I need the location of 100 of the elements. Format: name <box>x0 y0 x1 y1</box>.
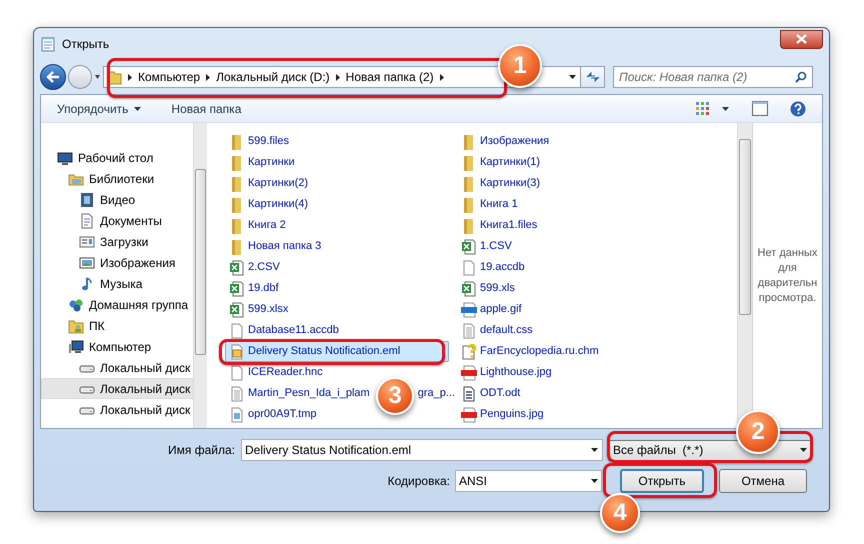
preview-message: для <box>778 260 797 276</box>
downloads-icon <box>79 234 95 250</box>
file-item[interactable]: Картинки <box>225 152 299 173</box>
file-item[interactable]: opr00A9T.tmp <box>225 404 320 425</box>
sidebar-item[interactable]: Загрузки <box>41 231 193 252</box>
help-icon[interactable] <box>790 100 806 116</box>
sidebar-item[interactable]: ПК <box>41 315 193 336</box>
help-file-icon <box>461 344 477 360</box>
file-item[interactable]: 2.CSV <box>225 257 284 278</box>
file-item[interactable]: Картинки(4) <box>225 194 312 215</box>
search-field[interactable]: Поиск: Новая папка (2) <box>613 66 813 88</box>
spreadsheet-icon <box>461 280 477 296</box>
encoding-label: Кодировка: <box>386 473 450 490</box>
file-item[interactable]: ICEReader.hnc <box>225 362 327 383</box>
file-item[interactable]: Изображения <box>457 131 554 152</box>
cancel-button[interactable]: Отмена <box>719 469 807 493</box>
sidebar-item[interactable]: Домашняя группа <box>41 294 193 315</box>
caret-icon[interactable] <box>95 75 100 79</box>
file-item[interactable]: 599.files <box>225 131 293 152</box>
file-item[interactable]: 19.accdb <box>457 257 529 278</box>
jpg-file-icon <box>461 364 477 380</box>
dropdown-caret-icon[interactable] <box>591 479 598 483</box>
spreadsheet-icon <box>229 260 245 276</box>
file-name[interactable]: gra_p... <box>418 385 455 402</box>
text-file-icon <box>229 386 245 402</box>
file-item[interactable]: Картинки(2) <box>225 173 312 194</box>
new-folder-button[interactable]: Новая папка <box>171 100 242 118</box>
breadcrumb-item[interactable]: Новая папка (2) <box>346 68 434 86</box>
file-item[interactable]: Книга 1 <box>457 194 522 215</box>
file-icon <box>229 364 245 380</box>
close-icon <box>796 34 807 44</box>
file-item[interactable]: Книга 2 <box>225 215 290 236</box>
encoding-dropdown[interactable]: ANSI <box>455 470 602 492</box>
file-item[interactable]: ODT.odt <box>457 383 524 404</box>
refresh-icon <box>586 71 600 83</box>
refresh-button[interactable] <box>581 66 605 88</box>
sidebar-item[interactable]: Библиотеки <box>41 168 193 189</box>
sidebar-item[interactable]: Локальный диск <box>41 378 193 399</box>
sidebar-item[interactable]: Компьютер <box>41 336 193 357</box>
sidebar-item[interactable]: Рабочий стол <box>41 147 193 168</box>
file-item[interactable]: Martin_Pesn_Ida_i_plam <box>225 383 374 404</box>
file-item[interactable]: default.css <box>457 320 537 341</box>
file-item[interactable]: Картинки(1) <box>457 152 544 173</box>
close-button[interactable] <box>780 30 823 48</box>
sidebar-item[interactable]: Локальный диск <box>41 399 193 420</box>
sidebar-item[interactable]: Документы <box>41 210 193 231</box>
view-options-icon[interactable] <box>696 102 710 116</box>
scrollbar[interactable] <box>193 123 207 428</box>
jpg-file-icon <box>461 406 477 422</box>
file-item[interactable]: 599.xlsx <box>225 299 292 320</box>
open-button[interactable]: Открыть <box>620 469 704 493</box>
file-icon <box>229 406 245 422</box>
document-icon <box>79 212 95 228</box>
organize-menu[interactable]: Упорядочить <box>57 100 142 118</box>
sidebar-item[interactable]: Локальный диск <box>41 357 193 378</box>
file-item[interactable]: FarEncyclopedia.ru.chm <box>457 341 603 362</box>
chevron-icon[interactable] <box>128 74 132 80</box>
chevron-icon[interactable] <box>206 74 210 80</box>
dropdown-caret-icon[interactable] <box>569 75 576 79</box>
dropdown-caret-icon[interactable] <box>591 448 598 452</box>
file-item[interactable]: 1.CSV <box>457 236 516 257</box>
sidebar-item[interactable]: Изображения <box>41 252 193 273</box>
sidebar-item[interactable]: Видео <box>41 189 193 210</box>
file-item[interactable]: Penguins.jpg <box>457 404 548 425</box>
homegroup-icon <box>68 296 84 312</box>
file-item[interactable]: Database11.accdb <box>225 320 343 341</box>
sidebar-item[interactable]: Музыка <box>41 273 193 294</box>
search-icon <box>795 71 807 83</box>
preview-pane-icon[interactable] <box>752 101 768 116</box>
user-folder-icon <box>68 318 84 334</box>
file-name-field[interactable]: Delivery Status Notification.eml <box>241 439 603 461</box>
spreadsheet-icon <box>461 238 477 254</box>
back-button[interactable] <box>40 64 66 90</box>
chevron-icon[interactable] <box>440 74 444 80</box>
file-item[interactable]: Новая папка 3 <box>225 236 326 257</box>
file-name-label: Имя файла: <box>167 442 235 459</box>
file-item[interactable]: 19.dbf <box>225 278 283 299</box>
file-icon <box>461 260 477 276</box>
scrollbar-thumb[interactable] <box>195 169 206 355</box>
dropdown-caret-icon[interactable] <box>800 448 807 452</box>
preview-message: дварительн <box>758 276 818 290</box>
file-item[interactable]: 599.xls <box>457 278 519 299</box>
notepad-icon <box>40 36 56 52</box>
file-item[interactable]: Книга1.files <box>457 215 542 236</box>
file-item[interactable]: apple.gif <box>457 299 526 320</box>
breadcrumb-item[interactable]: Компьютер <box>138 68 200 86</box>
chevron-icon[interactable] <box>336 74 340 80</box>
caret-icon <box>134 106 142 110</box>
preview-message: просмотра. <box>758 290 816 306</box>
back-arrow-icon <box>46 71 60 83</box>
caret-icon[interactable] <box>722 106 729 110</box>
file-item[interactable]: Картинки(3) <box>457 173 544 194</box>
file-item[interactable]: Delivery Status Notification.eml <box>225 341 449 362</box>
preview-message: Нет данных <box>758 246 818 260</box>
file-icon <box>229 322 245 338</box>
breadcrumb-item[interactable]: Локальный диск (D:) <box>216 68 330 86</box>
gif-file-icon <box>461 302 477 318</box>
file-item[interactable]: Lighthouse.jpg <box>457 362 556 383</box>
scrollbar-thumb[interactable] <box>739 139 751 315</box>
spreadsheet-icon <box>229 280 245 296</box>
